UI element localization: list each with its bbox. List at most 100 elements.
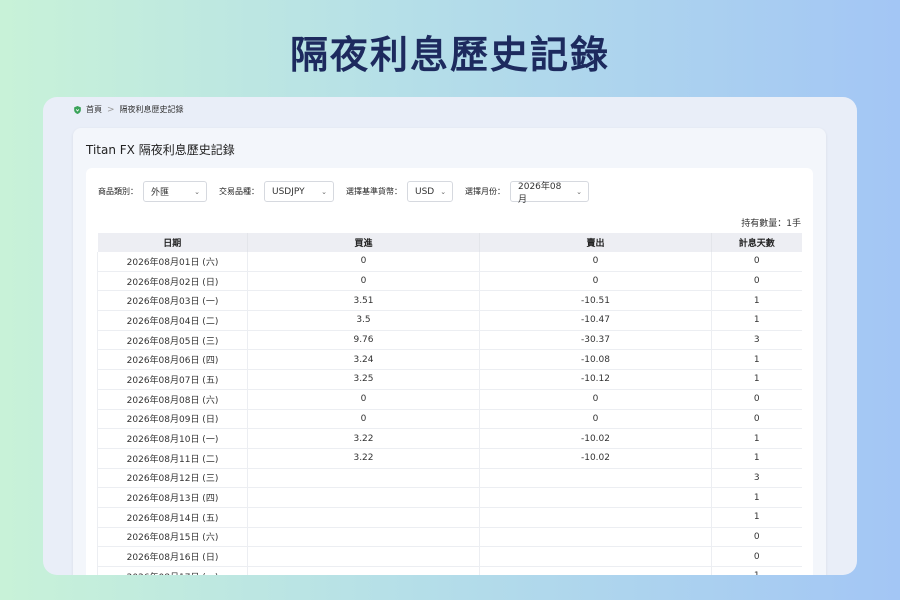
table-row: 2026年08月06日 (四) 3.24 -10.08 1 <box>97 349 802 371</box>
cell-sell: -10.08 <box>479 349 712 371</box>
table-row: 2026年08月03日 (一) 3.51 -10.51 1 <box>97 290 802 312</box>
cell-buy: 0 <box>247 409 480 430</box>
cell-days: 1 <box>711 448 802 469</box>
cell-date: 2026年08月14日 (五) <box>97 507 248 528</box>
cell-buy <box>247 527 480 548</box>
month-label: 選擇月份： <box>465 187 505 196</box>
cell-days: 1 <box>711 487 802 508</box>
cell-date: 2026年08月10日 (一) <box>97 428 248 449</box>
cell-buy: 3.22 <box>247 448 480 469</box>
category-value: 外匯 <box>151 188 170 198</box>
cell-buy: 9.76 <box>247 330 480 351</box>
cell-date: 2026年08月13日 (四) <box>97 487 248 508</box>
cell-sell: -30.37 <box>479 330 712 351</box>
cell-sell <box>479 566 712 575</box>
table-row: 2026年08月05日 (三) 9.76 -30.37 3 <box>97 330 802 351</box>
filter-bar: 商品類別： 外匯 ⌄ 交易品種： USDJPY ⌄ 選擇基準貨幣： USD ⌄ … <box>98 180 601 205</box>
content-panel: 首頁 > 隔夜利息歷史記錄 Titan FX 隔夜利息歷史記錄 商品類別： 外匯… <box>43 97 857 575</box>
cell-days: 1 <box>711 349 802 371</box>
cell-sell: -10.02 <box>479 428 712 449</box>
table-row: 2026年08月01日 (六) 0 0 0 <box>97 252 802 272</box>
cell-sell <box>479 507 712 528</box>
instrument-label: 交易品種： <box>219 187 259 196</box>
cell-date: 2026年08月06日 (四) <box>97 349 248 371</box>
card-title: Titan FX 隔夜利息歷史記錄 <box>86 143 235 157</box>
cell-sell <box>479 468 712 489</box>
breadcrumb: 首頁 > 隔夜利息歷史記錄 <box>74 104 184 115</box>
chevron-down-icon: ⌄ <box>194 187 200 196</box>
cell-date: 2026年08月03日 (一) <box>97 290 248 312</box>
cell-sell <box>479 487 712 508</box>
cell-sell: -10.51 <box>479 290 712 312</box>
cell-buy: 3.51 <box>247 290 480 312</box>
cell-buy: 3.5 <box>247 310 480 331</box>
cell-date: 2026年08月09日 (日) <box>97 409 248 430</box>
cell-buy <box>247 507 480 528</box>
cell-sell: 0 <box>479 271 712 292</box>
cell-days: 1 <box>711 428 802 449</box>
table-header-row: 日期 買進 賣出 計息天數 <box>97 233 802 252</box>
currency-select[interactable]: USD ⌄ <box>407 181 453 202</box>
cell-days: 0 <box>711 271 802 292</box>
cell-date: 2026年08月02日 (日) <box>97 271 248 292</box>
cell-date: 2026年08月16日 (日) <box>97 546 248 567</box>
header-buy: 買進 <box>247 233 480 252</box>
cell-sell: 0 <box>479 409 712 430</box>
cell-days: 0 <box>711 409 802 430</box>
table-row: 2026年08月09日 (日) 0 0 0 <box>97 409 802 430</box>
cell-days: 0 <box>711 389 802 410</box>
cell-buy <box>247 487 480 508</box>
cell-buy <box>247 468 480 489</box>
header-date: 日期 <box>97 233 248 252</box>
table-row: 2026年08月11日 (二) 3.22 -10.02 1 <box>97 448 802 469</box>
month-value: 2026年08月 <box>518 181 562 205</box>
table-row: 2026年08月15日 (六) 0 <box>97 527 802 548</box>
cell-buy: 3.22 <box>247 428 480 449</box>
cell-sell <box>479 546 712 567</box>
cell-date: 2026年08月12日 (三) <box>97 468 248 489</box>
cell-buy <box>247 566 480 575</box>
cell-sell: 0 <box>479 252 712 272</box>
cell-sell: -10.12 <box>479 369 712 390</box>
breadcrumb-separator: > <box>107 104 115 115</box>
header-days: 計息天數 <box>711 233 802 252</box>
hero-title: 隔夜利息歷史記錄 <box>289 33 610 77</box>
cell-days: 1 <box>711 507 802 528</box>
breadcrumb-current: 隔夜利息歷史記錄 <box>119 105 184 114</box>
table-row: 2026年08月14日 (五) 1 <box>97 507 802 528</box>
table-row: 2026年08月02日 (日) 0 0 0 <box>97 271 802 292</box>
cell-sell <box>479 527 712 548</box>
chevron-down-icon: ⌄ <box>440 187 447 196</box>
cell-buy <box>247 546 480 567</box>
table-row: 2026年08月12日 (三) 3 <box>97 468 802 489</box>
cell-days: 1 <box>711 290 802 312</box>
cell-date: 2026年08月05日 (三) <box>97 330 248 351</box>
cell-date: 2026年08月07日 (五) <box>97 369 248 390</box>
history-card: Titan FX 隔夜利息歷史記錄 商品類別： 外匯 ⌄ 交易品種： USDJP… <box>73 128 826 575</box>
cell-date: 2026年08月04日 (二) <box>97 310 248 331</box>
cell-days: 1 <box>711 566 802 575</box>
shield-icon <box>74 105 81 114</box>
cell-days: 0 <box>711 527 802 548</box>
table-body: 2026年08月01日 (六) 0 0 0 2026年08月02日 (日) 0 0 0 2026… <box>97 252 802 575</box>
cell-buy: 3.24 <box>247 349 480 371</box>
cell-date: 2026年08月11日 (二) <box>97 448 248 469</box>
cell-days: 0 <box>711 546 802 567</box>
instrument-select[interactable]: USDJPY ⌄ <box>264 181 334 202</box>
header-sell: 賣出 <box>479 233 712 252</box>
table-row: 2026年08月16日 (日) 0 <box>97 546 802 567</box>
cell-sell: 0 <box>479 389 712 410</box>
breadcrumb-home[interactable]: 首頁 <box>86 104 102 115</box>
table-row: 2026年08月08日 (六) 0 0 0 <box>97 389 802 410</box>
table-row: 2026年08月07日 (五) 3.25 -10.12 1 <box>97 369 802 390</box>
table-row: 2026年08月10日 (一) 3.22 -10.02 1 <box>97 428 802 449</box>
swap-history-table: 日期 買進 賣出 計息天數 2026年08月01日 (六) 0 0 0 2026年08月… <box>97 233 802 575</box>
cell-date: 2026年08月17日 (一) <box>97 566 248 575</box>
cell-buy: 0 <box>247 252 480 272</box>
cell-date: 2026年08月15日 (六) <box>97 527 248 548</box>
category-label: 商品類別： <box>98 187 138 196</box>
month-select[interactable]: 2026年08月 ⌄ <box>510 181 589 205</box>
cell-days: 0 <box>711 252 802 272</box>
table-row: 2026年08月17日 (一) 1 <box>97 566 802 575</box>
category-select[interactable]: 外匯 ⌄ <box>143 181 207 202</box>
